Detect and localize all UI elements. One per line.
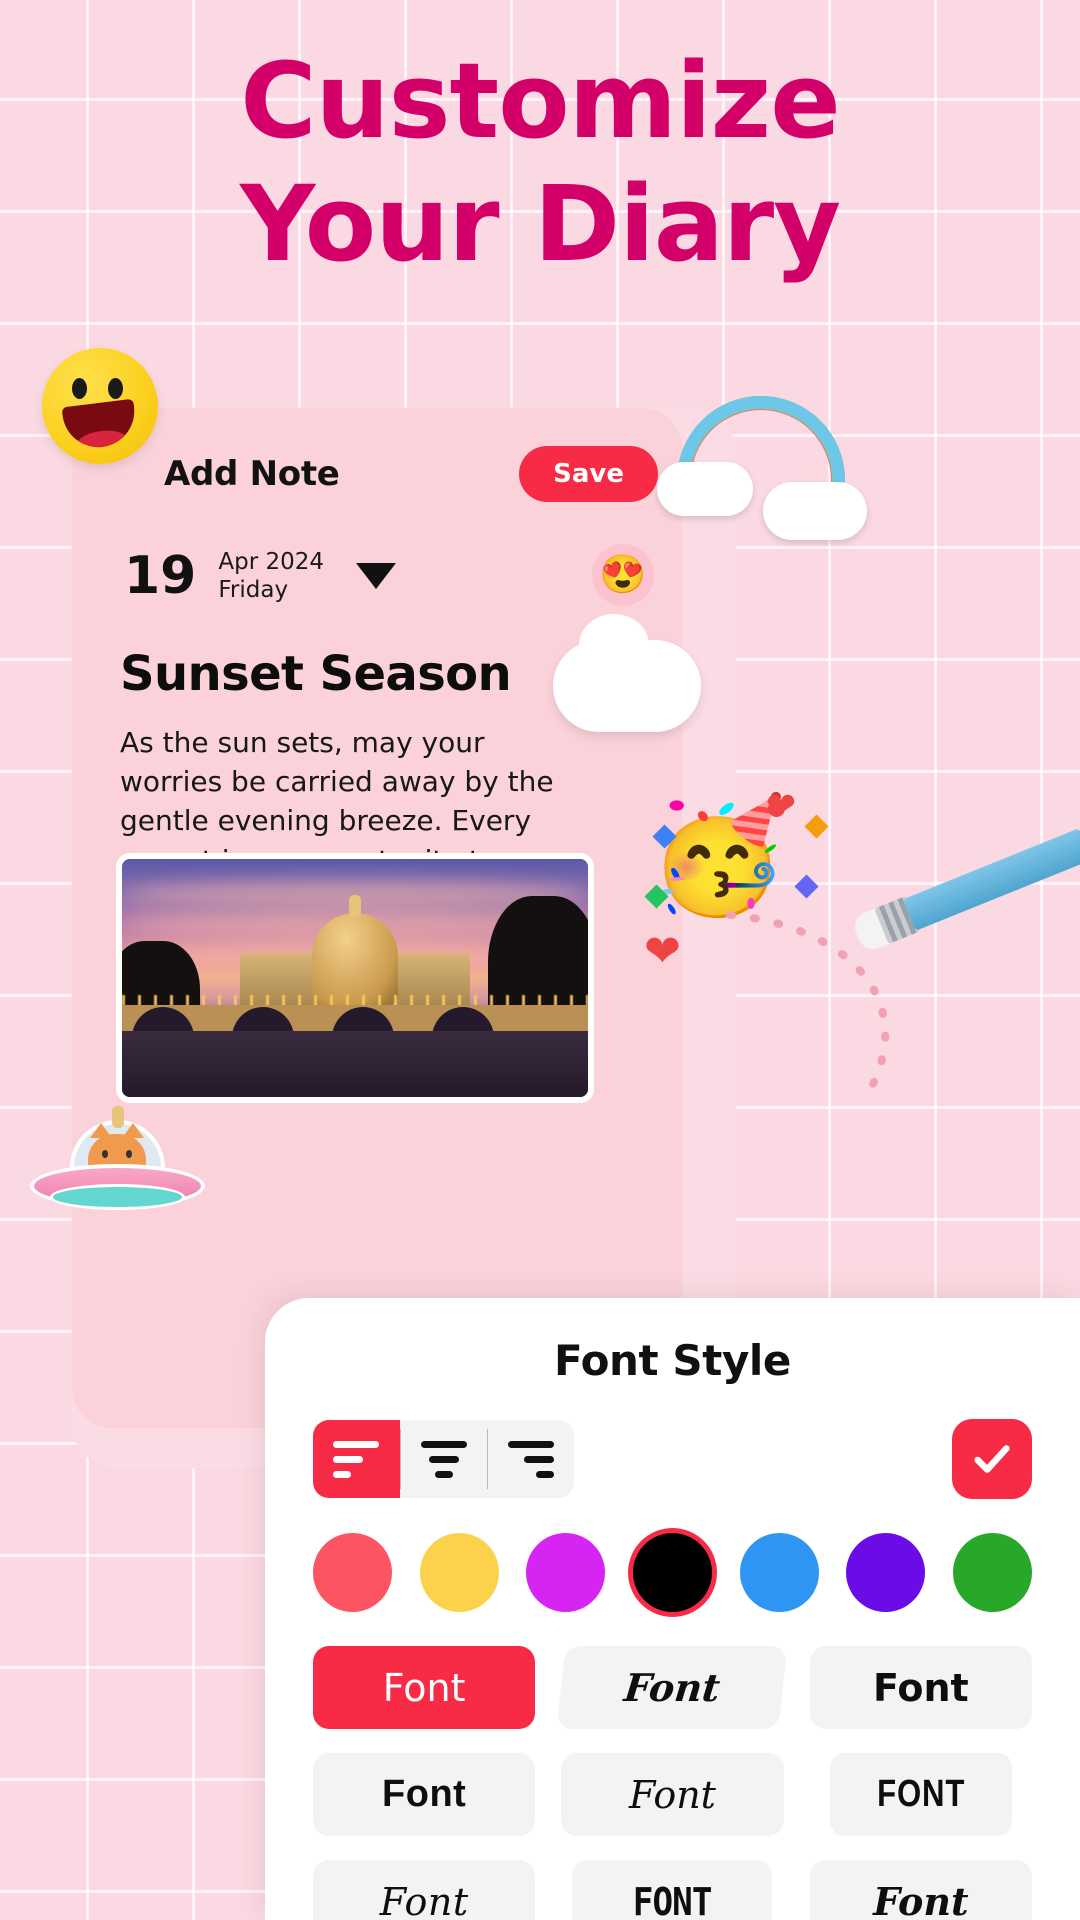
grinning-face-sticker [42, 348, 158, 464]
note-card-header: Add Note Save [72, 408, 682, 520]
font-option-3[interactable]: Font [809, 1646, 1032, 1729]
dotted-trail [726, 911, 890, 1094]
color-swatch-coral[interactable] [313, 1533, 392, 1612]
date-day: 19 [117, 550, 200, 605]
note-title: Sunset Season [120, 646, 512, 702]
heart-icon: ❤ [766, 785, 797, 826]
font-option-9[interactable]: Font [809, 1860, 1032, 1920]
heart-icon: ❤ [644, 927, 681, 976]
alignment-row [293, 1419, 1052, 1499]
color-swatch-yellow[interactable] [419, 1533, 499, 1612]
note-date-row[interactable]: 19 Apr 2024 Friday [117, 548, 397, 605]
white-cloud-sticker [553, 614, 701, 732]
date-month-year: Apr 2024 [218, 549, 325, 575]
align-center-button[interactable] [400, 1420, 487, 1498]
mood-emoji-button[interactable]: 😍 [592, 544, 654, 606]
check-icon [974, 1445, 1010, 1473]
date-weekday: Friday [218, 577, 289, 604]
note-photo[interactable] [116, 853, 594, 1103]
font-option-7[interactable]: Font [313, 1860, 536, 1920]
font-option-2[interactable]: Font [556, 1646, 789, 1729]
color-swatch-green[interactable] [952, 1533, 1032, 1612]
note-card: Add Note Save 19 Apr 2024 Friday 😍 Sunse… [72, 408, 682, 1428]
color-swatch-magenta[interactable] [526, 1533, 606, 1612]
font-option-grid: Font Font Font Font Font FONT Font FONT … [293, 1646, 1052, 1920]
cat-in-ufo-sticker [30, 1110, 205, 1230]
align-left-button[interactable] [313, 1420, 400, 1498]
page-title: Customize Your Diary [0, 40, 1080, 285]
add-note-label: Add Note [164, 454, 340, 494]
font-option-6[interactable]: FONT [829, 1753, 1012, 1836]
color-swatch-row [293, 1533, 1052, 1612]
font-style-title: Font Style [553, 1336, 792, 1385]
font-option-4[interactable]: Font [313, 1753, 536, 1836]
color-swatch-purple[interactable] [846, 1533, 926, 1612]
color-swatch-black[interactable] [632, 1533, 712, 1612]
alignment-button-group [313, 1420, 574, 1498]
font-option-8[interactable]: FONT [572, 1860, 773, 1920]
font-style-panel: Font Style Font Font Font Font Font FONT… [265, 1298, 1080, 1920]
align-right-button[interactable] [487, 1420, 574, 1498]
page-title-line-2: Your Diary [240, 162, 841, 285]
photo-river [122, 1031, 588, 1097]
date-month-weekday: Apr 2024 Friday [218, 548, 324, 604]
photo-dome [312, 913, 398, 1005]
font-option-1[interactable]: Font [313, 1646, 536, 1729]
chevron-down-icon[interactable] [356, 563, 397, 590]
rainbow-cloud-sticker [655, 390, 870, 555]
save-button[interactable]: Save [519, 446, 658, 502]
font-option-5[interactable]: Font [561, 1753, 784, 1836]
color-swatch-blue[interactable] [739, 1533, 819, 1612]
apply-check-button[interactable] [952, 1419, 1032, 1499]
page-title-line-1: Customize [240, 40, 841, 162]
